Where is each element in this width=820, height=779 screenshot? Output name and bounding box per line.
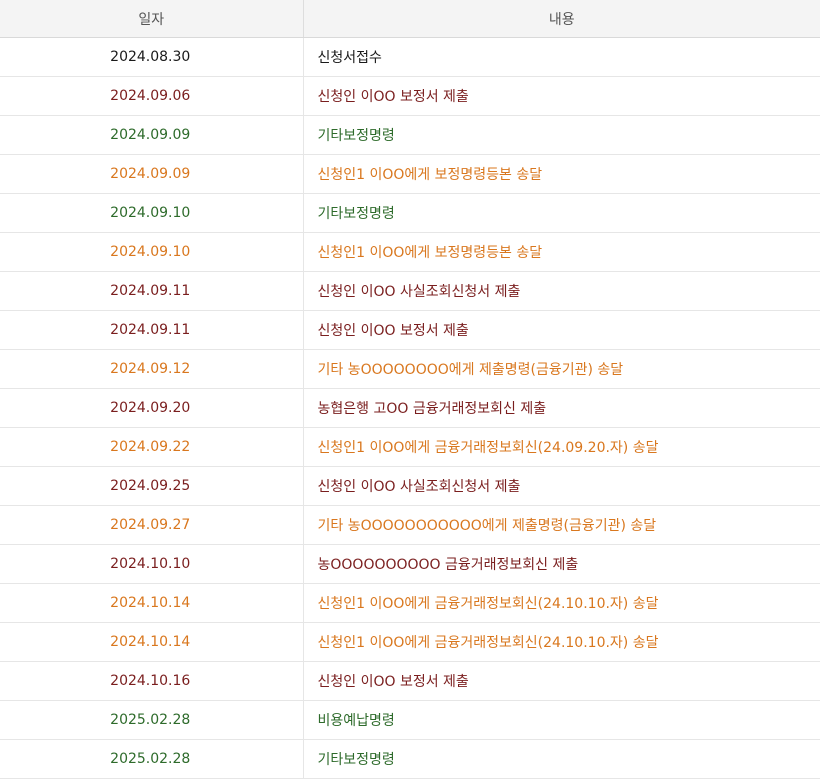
- row-date-cell: 2024.10.10: [0, 544, 304, 584]
- row-date-cell: 2024.09.20: [0, 388, 304, 428]
- table-row: 2024.09.20 농협은행 고OO 금융거래정보회신 제출: [0, 388, 820, 428]
- row-date-cell: 2024.08.30: [0, 37, 304, 77]
- row-content: 신청인1 이OO에게 보정명령등본 송달: [303, 232, 820, 272]
- date-column-header: 일자: [0, 0, 304, 38]
- row-date: 2025.02.28: [110, 712, 191, 728]
- table-row: 2024.09.27 기타 농OOOOOOOOOOO에게 제출명령(금융기관) 송…: [0, 505, 820, 545]
- row-date: 2024.09.10: [110, 205, 191, 221]
- row-date: 2024.09.09: [110, 166, 191, 182]
- row-content: 신청인 이OO 사실조회신청서 제출: [303, 466, 820, 506]
- row-date-cell: 2024.09.22: [0, 427, 304, 467]
- row-date-cell: 2024.09.12: [0, 349, 304, 389]
- row-content: 신청인 이OO 보정서 제출: [303, 76, 820, 116]
- table-row: 2024.09.11 신청인 이OO 보정서 제출: [0, 310, 820, 350]
- table-row: 2024.09.10 신청인1 이OO에게 보정명령등본 송달: [0, 232, 820, 272]
- row-date: 2024.08.30: [110, 49, 191, 65]
- row-date-cell: 2024.10.14: [0, 583, 304, 623]
- row-date-cell: 2024.09.09: [0, 154, 304, 194]
- row-date-cell: 2025.02.28: [0, 739, 304, 779]
- row-date: 2024.09.12: [110, 361, 191, 377]
- table-row: 2024.09.22 신청인1 이OO에게 금융거래정보회신(24.09.20.자…: [0, 427, 820, 467]
- table-row: 2025.02.28 기타보정명령: [0, 739, 820, 779]
- row-date: 2024.09.22: [110, 439, 191, 455]
- row-date: 2024.09.20: [110, 400, 191, 416]
- row-content: 신청인 이OO 보정서 제출: [303, 661, 820, 701]
- table-row: 2024.09.25 신청인 이OO 사실조회신청서 제출: [0, 466, 820, 506]
- row-content: 기타 농OOOOOOOOOOO에게 제출명령(금융기관) 송달: [303, 505, 820, 545]
- row-date-cell: 2025.02.28: [0, 700, 304, 740]
- table-row: 2024.08.30 신청서접수: [0, 37, 820, 77]
- row-date: 2024.10.16: [110, 673, 191, 689]
- row-date-cell: 2024.09.27: [0, 505, 304, 545]
- case-progress-table: 일자 내용 2024.08.30 신청서접수 2024.09.06 신청인 이OO 보…: [0, 0, 820, 779]
- row-date-cell: 2024.09.25: [0, 466, 304, 506]
- row-date: 2024.09.09: [110, 127, 191, 143]
- row-date-cell: 2024.09.10: [0, 193, 304, 233]
- row-date: 2024.09.27: [110, 517, 191, 533]
- row-content: 기타보정명령: [303, 193, 820, 233]
- table-row: 2024.10.16 신청인 이OO 보정서 제출: [0, 661, 820, 701]
- table-row: 2024.10.14 신청인1 이OO에게 금융거래정보회신(24.10.10.자…: [0, 583, 820, 623]
- row-date: 2024.09.11: [110, 283, 191, 299]
- row-date-cell: 2024.10.14: [0, 622, 304, 662]
- table-row: 2024.09.11 신청인 이OO 사실조회신청서 제출: [0, 271, 820, 311]
- table-row: 2024.09.09 신청인1 이OO에게 보정명령등본 송달: [0, 154, 820, 194]
- row-date: 2024.09.11: [110, 322, 191, 338]
- table-header: 일자 내용: [0, 0, 820, 38]
- row-content: 신청인1 이OO에게 보정명령등본 송달: [303, 154, 820, 194]
- table-row: 2024.09.06 신청인 이OO 보정서 제출: [0, 76, 820, 116]
- row-date-cell: 2024.09.10: [0, 232, 304, 272]
- row-content: 신청서접수: [303, 37, 820, 77]
- row-date-cell: 2024.09.11: [0, 310, 304, 350]
- table-row: 2024.09.12 기타 농OOOOOOOO에게 제출명령(금융기관) 송달: [0, 349, 820, 389]
- table-row: 2024.10.10 농OOOOOOOOOO 금융거래정보회신 제출: [0, 544, 820, 584]
- row-content: 신청인1 이OO에게 금융거래정보회신(24.10.10.자) 송달: [303, 622, 820, 662]
- row-content: 기타보정명령: [303, 115, 820, 155]
- table-row: 2025.02.28 비용예납명령: [0, 700, 820, 740]
- row-date-cell: 2024.10.16: [0, 661, 304, 701]
- table-body: 2024.08.30 신청서접수 2024.09.06 신청인 이OO 보정서 제출 2…: [0, 37, 820, 779]
- table-row: 2024.09.10 기타보정명령: [0, 193, 820, 233]
- row-date: 2024.10.14: [110, 595, 191, 611]
- row-content: 신청인1 이OO에게 금융거래정보회신(24.10.10.자) 송달: [303, 583, 820, 623]
- row-date: 2024.09.10: [110, 244, 191, 260]
- row-date: 2024.09.06: [110, 88, 191, 104]
- row-content: 농OOOOOOOOOO 금융거래정보회신 제출: [303, 544, 820, 584]
- row-content: 신청인 이OO 사실조회신청서 제출: [303, 271, 820, 311]
- row-content: 비용예납명령: [303, 700, 820, 740]
- row-date: 2024.09.25: [110, 478, 191, 494]
- table-row: 2024.10.14 신청인1 이OO에게 금융거래정보회신(24.10.10.자…: [0, 622, 820, 662]
- row-date: 2024.10.10: [110, 556, 191, 572]
- row-content: 농협은행 고OO 금융거래정보회신 제출: [303, 388, 820, 428]
- row-content: 신청인1 이OO에게 금융거래정보회신(24.09.20.자) 송달: [303, 427, 820, 467]
- row-date: 2025.02.28: [110, 751, 191, 767]
- row-content: 기타보정명령: [303, 739, 820, 779]
- table-row: 2024.09.09 기타보정명령: [0, 115, 820, 155]
- content-column-header: 내용: [303, 0, 820, 38]
- row-date: 2024.10.14: [110, 634, 191, 650]
- row-date-cell: 2024.09.09: [0, 115, 304, 155]
- row-content: 신청인 이OO 보정서 제출: [303, 310, 820, 350]
- row-date-cell: 2024.09.06: [0, 76, 304, 116]
- row-date-cell: 2024.09.11: [0, 271, 304, 311]
- row-content: 기타 농OOOOOOOO에게 제출명령(금융기관) 송달: [303, 349, 820, 389]
